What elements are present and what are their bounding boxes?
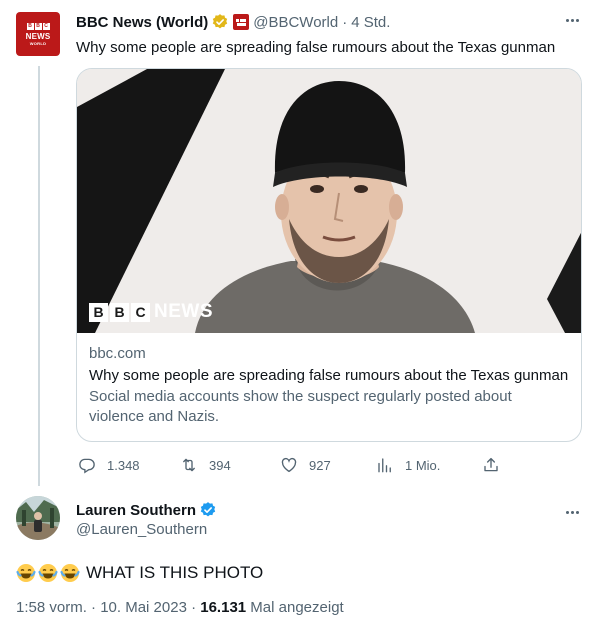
bbc-avatar[interactable]: B B C NEWS WORLD: [16, 12, 60, 56]
more-options-icon[interactable]: [562, 10, 582, 30]
avatar-photo: [16, 496, 60, 540]
tweet-metadata: 1:58 vorm. · 10. Mai 2023 · 16.131 Mal a…: [16, 598, 344, 618]
laughing-emoji-icon: [38, 564, 58, 582]
repost-button[interactable]: 394: [180, 454, 231, 476]
card-description: Social media accounts show the suspect r…: [89, 388, 512, 425]
tweet-timestamp[interactable]: 1:58 vorm. · 10. Mai 2023 ·: [16, 599, 200, 616]
tweet-text: WHAT IS THIS PHOTO: [16, 562, 263, 584]
card-domain: bbc.com: [89, 345, 146, 362]
repost-icon: [183, 458, 195, 472]
tweet-actions: 1.348 394 927 1 Mio.: [76, 454, 506, 476]
heart-icon: [281, 457, 297, 473]
author-name[interactable]: BBC News (World): [76, 14, 208, 31]
card-title[interactable]: Why some people are spreading false rumo…: [89, 366, 569, 386]
card-photo-illustration: [77, 69, 581, 333]
tweet-view-label: Mal angezeigt: [246, 599, 344, 616]
tweet-body-text: WHAT IS THIS PHOTO: [86, 563, 264, 582]
reply-count: 1.348: [107, 457, 140, 473]
author-handle[interactable]: @Lauren_Southern: [76, 520, 217, 540]
bbc-avatar-news: NEWS: [25, 31, 51, 41]
card-meta[interactable]: bbc.com Why some people are spreading fa…: [77, 333, 581, 427]
author-name[interactable]: Lauren Southern: [76, 502, 196, 519]
tweet-header: BBC News (World) @BBCWorld · 4 Std.: [76, 12, 582, 32]
laughing-emoji-icon: [16, 564, 36, 582]
analytics-icon: [378, 458, 391, 473]
like-count: 927: [309, 457, 331, 473]
link-card[interactable]: B B C NEWS bbc.com Why some people are s…: [76, 68, 582, 442]
tweet-time[interactable]: 4 Std.: [351, 14, 390, 31]
more-options-icon[interactable]: [562, 502, 582, 522]
verified-gold-icon: [213, 14, 228, 29]
separator-dot: ·: [342, 13, 348, 31]
share-icon: [484, 457, 498, 472]
tweet-view-count: 16.131: [200, 599, 247, 616]
views-button[interactable]: 1 Mio.: [376, 454, 440, 476]
like-button[interactable]: 927: [280, 454, 331, 476]
avatar[interactable]: [16, 496, 60, 540]
share-button[interactable]: [482, 454, 500, 476]
reply-button[interactable]: 1.348: [78, 454, 140, 476]
verified-blue-icon: [200, 502, 216, 517]
reply-icon: [79, 458, 95, 474]
card-image[interactable]: B B C NEWS: [77, 69, 581, 333]
view-count: 1 Mio.: [405, 457, 441, 473]
laughing-emoji-icon: [60, 564, 80, 582]
bbc-avatar-blocks: B B C: [26, 22, 50, 30]
repost-count: 394: [209, 457, 231, 473]
tweet-text: Why some people are spreading false rumo…: [76, 39, 556, 56]
main-tweet-author: Lauren Southern @Lauren_Southern: [76, 500, 217, 540]
bbc-avatar-world: WORLD: [29, 40, 47, 46]
author-handle[interactable]: @BBCWorld: [253, 14, 338, 31]
thread-connector-line: [38, 66, 40, 486]
affiliate-badge-icon: [233, 14, 250, 30]
bbc-news-logo: B B C NEWS: [89, 301, 213, 323]
